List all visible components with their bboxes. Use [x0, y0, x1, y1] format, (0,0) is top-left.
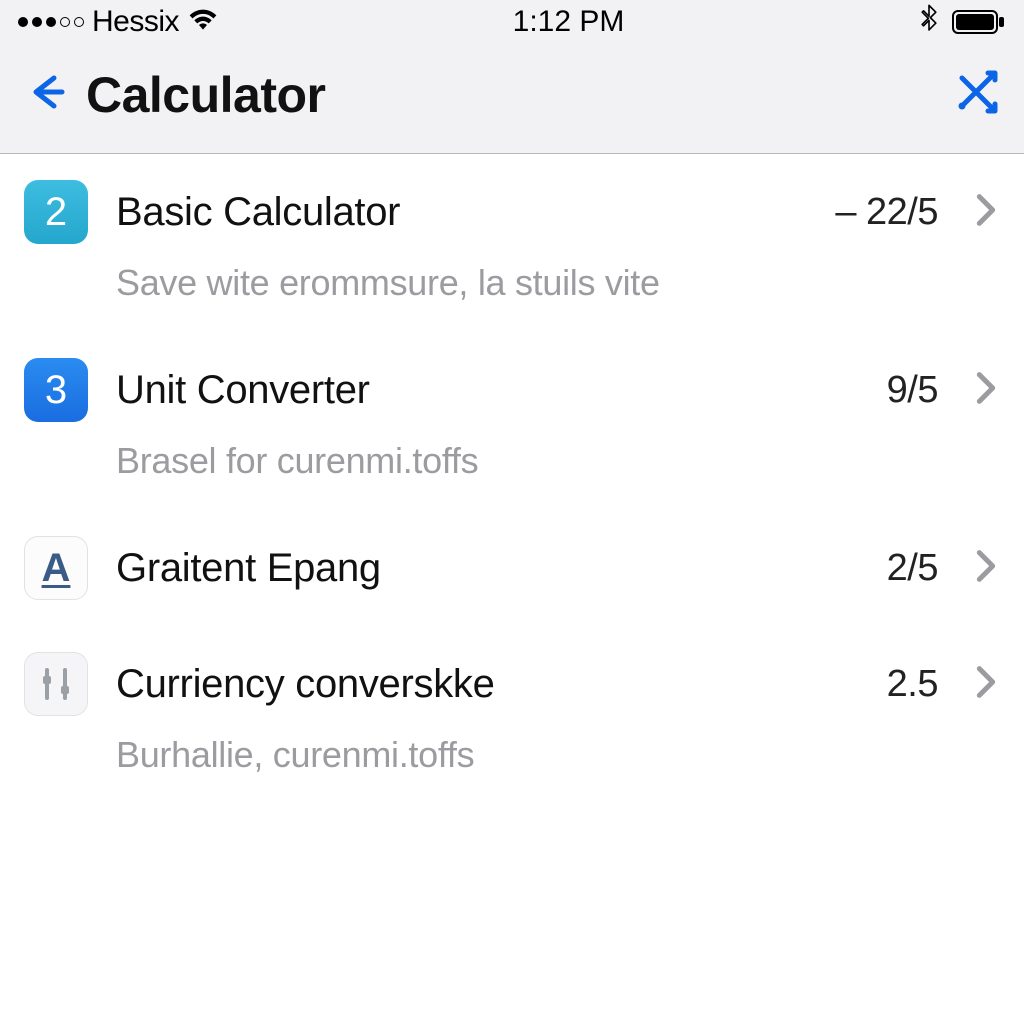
item-value: 9/5	[887, 369, 938, 412]
sliders-icon	[24, 652, 88, 716]
carrier-label: Hessix	[92, 5, 179, 39]
list-item-basic-calculator[interactable]: 2 Basic Calculator – 22/5	[0, 154, 1024, 254]
calculator-list: 2 Basic Calculator – 22/5 Save wite erom…	[0, 154, 1024, 804]
icon-char: 2	[45, 190, 67, 235]
list-item-unit-converter[interactable]: 3 Unit Converter 9/5	[0, 332, 1024, 432]
bluetooth-icon	[918, 4, 940, 41]
number-2-icon: 2	[24, 180, 88, 244]
clock: 1:12 PM	[513, 5, 625, 39]
item-subtitle: Burhallie, curenmi.toffs	[0, 726, 1024, 804]
back-button[interactable]	[24, 70, 68, 119]
wifi-icon	[187, 6, 219, 38]
chevron-right-icon	[976, 549, 996, 588]
chevron-right-icon	[976, 193, 996, 232]
item-subtitle: Brasel for curenmi.toffs	[0, 432, 1024, 510]
chevron-right-icon	[976, 371, 996, 410]
page-title: Calculator	[86, 66, 326, 124]
item-title: Graitent Epang	[116, 546, 859, 591]
list-item-graitent-epang[interactable]: A Graitent Epang 2/5	[0, 510, 1024, 626]
number-3-icon: 3	[24, 358, 88, 422]
battery-icon	[952, 9, 1006, 35]
icon-char: A	[42, 546, 71, 591]
letter-a-icon: A	[24, 536, 88, 600]
item-title: Unit Converter	[116, 368, 859, 413]
item-value: 2.5	[887, 663, 938, 706]
item-title: Basic Calculator	[116, 190, 807, 235]
item-value: 2/5	[887, 547, 938, 590]
item-subtitle: Save wite erommsure, la stuils vite	[0, 254, 1024, 332]
status-left: Hessix	[18, 5, 219, 39]
icon-char: 3	[45, 368, 67, 413]
item-value: – 22/5	[835, 191, 938, 234]
share-button[interactable]	[952, 68, 1000, 121]
item-title: Curriency converskke	[116, 662, 859, 707]
signal-strength-icon	[18, 17, 84, 27]
chevron-right-icon	[976, 665, 996, 704]
list-item-currency-conversion[interactable]: Curriency converskke 2.5	[0, 626, 1024, 726]
navigation-bar: Calculator	[0, 44, 1024, 154]
status-bar: Hessix 1:12 PM	[0, 0, 1024, 44]
status-right	[918, 4, 1006, 41]
